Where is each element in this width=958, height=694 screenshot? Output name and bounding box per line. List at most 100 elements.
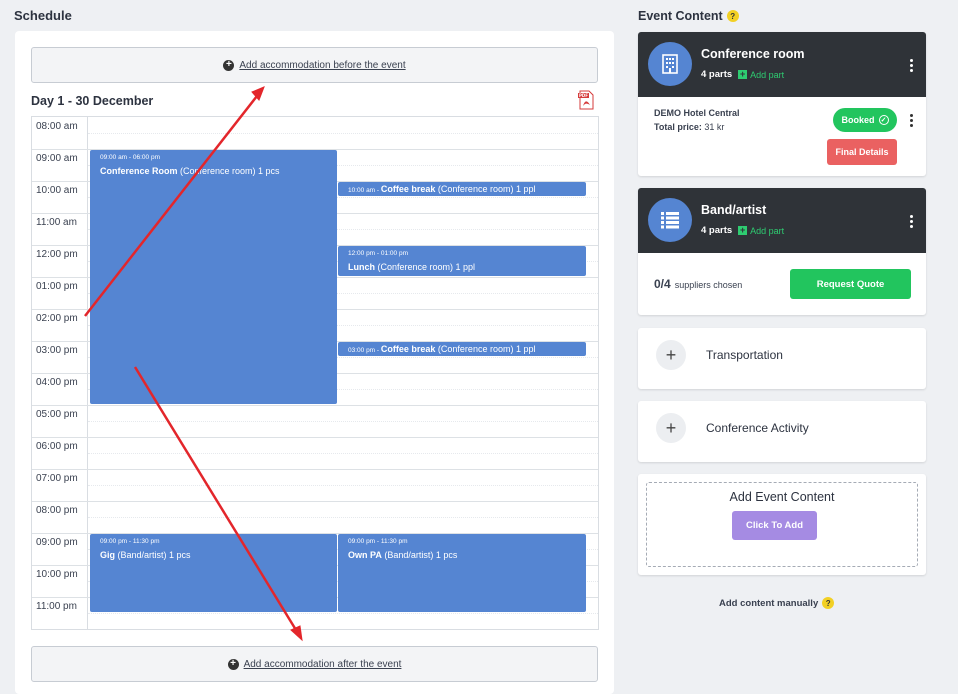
suppliers-count: 0/4 [654, 277, 671, 291]
event-content-title: Event Content ? [638, 9, 739, 23]
event-gig[interactable]: 09:00 pm - 11:30 pm Gig (Band/artist) 1 … [90, 534, 337, 612]
time-label: 10:00 pm [36, 569, 78, 580]
total-price-label: Total price: [654, 122, 702, 132]
transportation-card[interactable]: + Transportation [638, 328, 926, 389]
event-detail: (Band/artist) 1 pcs [381, 550, 458, 560]
conference-activity-card[interactable]: + Conference Activity [638, 401, 926, 462]
event-name: Own PA [348, 550, 382, 560]
conference-activity-label: Conference Activity [706, 421, 809, 435]
event-detail: (Conference room) 1 ppl [435, 184, 536, 194]
event-name: Conference Room [100, 166, 178, 176]
add-accommodation-after-button[interactable]: + Add accommodation after the event [31, 646, 598, 682]
time-label: 05:00 pm [36, 409, 78, 420]
plus-square-icon: + [738, 225, 748, 235]
event-time: 12:00 pm - 01:00 pm [348, 250, 408, 257]
schedule-title: Schedule [14, 8, 72, 23]
half-hour-line [88, 613, 598, 614]
time-label: 09:00 pm [36, 537, 78, 548]
hotel-name: DEMO Hotel Central [654, 108, 740, 118]
band-artist-card: Band/artist 4 parts + Add part 0/4 supplie… [638, 188, 926, 315]
pdf-download-icon[interactable]: PDF [578, 90, 594, 110]
event-time: 10:00 am - [348, 187, 381, 194]
time-label: 08:00 am [36, 121, 78, 132]
booked-label: Booked [841, 115, 875, 125]
help-icon[interactable]: ? [822, 597, 835, 609]
add-accommodation-after-label: Add accommodation after the event [243, 658, 402, 670]
more-options-icon[interactable] [909, 59, 913, 72]
add-accommodation-before-label: Add accommodation before the event [239, 59, 406, 71]
card-parts: 4 parts + Add part [701, 225, 784, 236]
time-label: 01:00 pm [36, 281, 78, 292]
transportation-label: Transportation [706, 348, 783, 362]
plus-circle-icon: + [227, 658, 239, 670]
total-price: Total price: 31 kr [654, 122, 724, 132]
hour-line [32, 437, 598, 438]
time-label: 11:00 am [36, 217, 77, 228]
time-label: 08:00 pm [36, 505, 78, 516]
add-event-content-card: Add Event Content Click To Add [638, 474, 926, 575]
plus-square-icon: + [738, 69, 748, 79]
event-detail: (Conference room) 1 ppl [375, 262, 476, 272]
event-time: 03:00 pm - [348, 347, 381, 354]
pdf-badge-text: PDF [579, 93, 588, 98]
request-quote-button[interactable]: Request Quote [790, 269, 911, 299]
card-title: Band/artist [701, 203, 767, 217]
time-label: 11:00 pm [36, 601, 77, 612]
event-coffee-break-morning[interactable]: 10:00 am - Coffee break (Conference room… [338, 182, 586, 196]
half-hour-line [88, 133, 598, 134]
hour-line [32, 405, 598, 406]
event-content-title-text: Event Content [638, 9, 723, 23]
event-name: Lunch [348, 262, 375, 272]
list-icon [648, 198, 692, 242]
click-to-add-button[interactable]: Click To Add [732, 511, 817, 540]
more-options-icon[interactable] [909, 215, 913, 228]
suppliers-text: suppliers chosen [674, 280, 743, 290]
final-details-button[interactable]: Final Details [827, 139, 897, 165]
half-hour-line [88, 485, 598, 486]
event-time: 09:00 am - 06:00 pm [100, 154, 160, 161]
card-parts: 4 parts + Add part [701, 69, 784, 80]
add-content-manually-label: Add content manually [719, 597, 819, 609]
time-label: 12:00 pm [36, 249, 78, 260]
card-header: Band/artist 4 parts + Add part [638, 188, 926, 253]
event-time: 09:00 pm - 11:30 pm [100, 538, 160, 545]
event-conference-room[interactable]: 09:00 am - 06:00 pm Conference Room (Con… [90, 150, 337, 404]
hour-line [32, 469, 598, 470]
add-part-label: Add part [750, 225, 785, 236]
add-icon[interactable]: + [656, 413, 686, 443]
event-name: Coffee break [380, 184, 436, 194]
event-lunch[interactable]: 12:00 pm - 01:00 pm Lunch (Conference ro… [338, 246, 586, 276]
time-label: 10:00 am [36, 185, 78, 196]
building-icon [648, 42, 692, 86]
half-hour-line [88, 421, 598, 422]
total-price-value: 31 kr [701, 122, 725, 132]
add-content-manually[interactable]: Add content manually ? [719, 597, 835, 609]
add-icon[interactable]: + [656, 340, 686, 370]
card-header: Conference room 4 parts + Add part [638, 32, 926, 97]
plus-circle-icon: + [223, 59, 235, 71]
add-part-button[interactable]: + Add part [738, 70, 784, 80]
card-title: Conference room [701, 47, 805, 61]
check-circle-icon: ✓ [878, 115, 889, 125]
add-accommodation-before-button[interactable]: + Add accommodation before the event [31, 47, 598, 83]
help-icon[interactable]: ? [726, 10, 739, 22]
event-time: 09:00 pm - 11:30 pm [348, 538, 408, 545]
time-label: 09:00 am [36, 153, 78, 164]
time-label: 04:00 pm [36, 377, 78, 388]
half-hour-line [88, 517, 598, 518]
add-part-button[interactable]: + Add part [738, 226, 784, 236]
booked-badge[interactable]: Booked ✓ [833, 108, 897, 132]
event-detail: (Conference room) 1 pcs [177, 166, 280, 176]
time-label: 06:00 pm [36, 441, 78, 452]
conference-room-card: Conference room 4 parts + Add part DEMO H… [638, 32, 926, 176]
hour-line [32, 501, 598, 502]
more-options-icon[interactable] [909, 114, 913, 127]
parts-count: 4 parts [701, 69, 733, 80]
day-schedule-grid[interactable]: 08:00 am 09:00 am 10:00 am 11:00 am 12:00 pm… [31, 116, 599, 630]
event-name: Coffee break [380, 344, 436, 354]
event-coffee-break-afternoon[interactable]: 03:00 pm - Coffee break (Conference room… [338, 342, 586, 356]
suppliers-chosen: 0/4 suppliers chosen [654, 277, 742, 291]
event-own-pa[interactable]: 09:00 pm - 11:30 pm Own PA (Band/artist)… [338, 534, 586, 612]
time-label: 07:00 pm [36, 473, 78, 484]
add-event-content-title: Add Event Content [729, 490, 835, 504]
